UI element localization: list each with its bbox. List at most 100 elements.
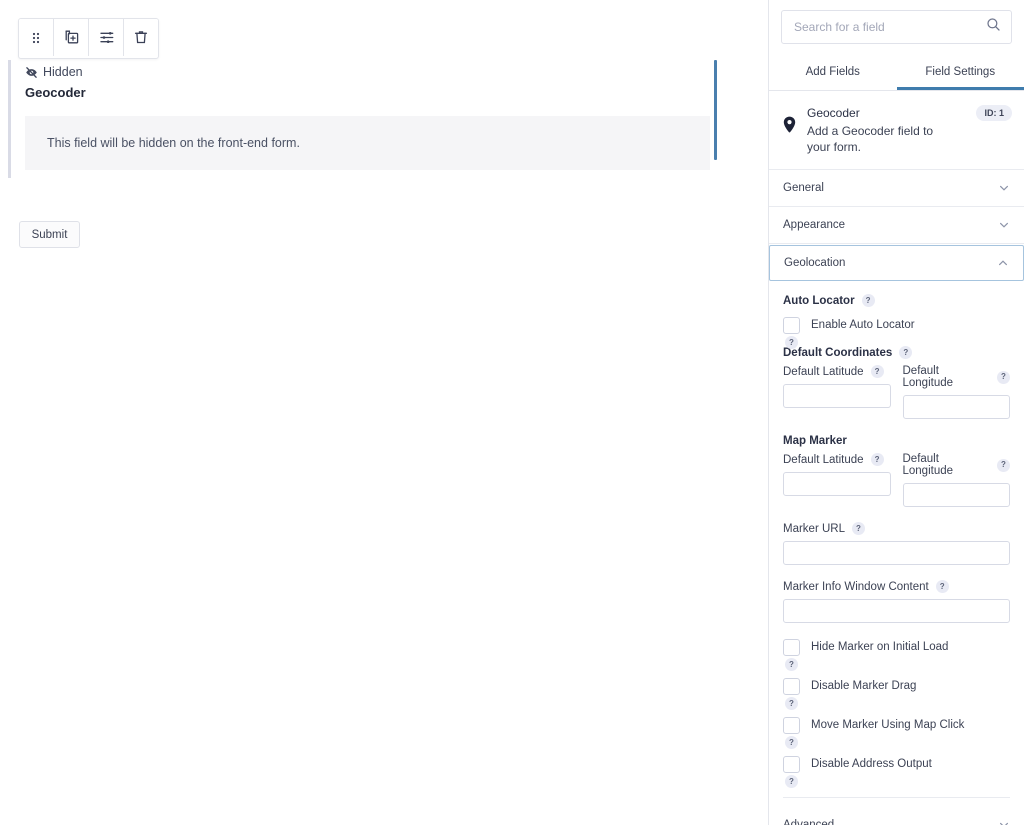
field-marker-url: Marker URL ? <box>783 522 1010 565</box>
label-default-latitude: Default Latitude ? <box>783 365 891 378</box>
accordion-advanced[interactable]: Advanced <box>769 806 1024 825</box>
accordion-general[interactable]: General <box>769 170 1024 207</box>
form-canvas: Hidden Geocoder This field will be hidde… <box>0 0 768 825</box>
help-icon[interactable]: ? <box>870 365 884 378</box>
label-text: Marker URL <box>783 522 845 535</box>
help-icon[interactable]: ? <box>785 336 798 349</box>
label-text: Default Longitude <box>902 365 954 389</box>
field-card-title: Geocoder <box>807 106 860 120</box>
checkbox-disable-address-output[interactable] <box>783 756 800 773</box>
field-marker-info-window: Marker Info Window Content ? <box>783 580 1010 623</box>
duplicate-icon[interactable] <box>54 19 89 56</box>
accordion-advanced-label: Advanced <box>783 818 835 825</box>
field-id-badge: ID: 1 <box>976 105 1012 121</box>
label-default-longitude: Default Longitude ? <box>902 365 1010 389</box>
form-field-geocoder[interactable]: Hidden Geocoder This field will be hidde… <box>8 60 717 178</box>
checkbox-label-disable-address-output: Disable Address Output <box>811 758 932 770</box>
tab-add-fields[interactable]: Add Fields <box>769 56 897 90</box>
submit-button[interactable]: Submit <box>19 221 80 248</box>
app-root: Hidden Geocoder This field will be hidde… <box>0 0 1024 825</box>
checkbox-row-disable-marker-drag: Disable Marker Drag ? <box>783 678 1010 710</box>
field-search[interactable] <box>781 10 1012 44</box>
input-marker-latitude[interactable] <box>783 472 891 496</box>
group-title-auto-locator: Auto Locator ? <box>783 294 1010 307</box>
eye-slash-icon <box>25 66 38 79</box>
help-icon[interactable]: ? <box>997 370 1010 384</box>
checkbox-label-move-marker-map-click: Move Marker Using Map Click <box>811 719 965 731</box>
map-pin-icon <box>783 116 796 138</box>
tab-field-settings[interactable]: Field Settings <box>896 56 1024 90</box>
checkbox-row-disable-address-output: Disable Address Output ? <box>783 756 1010 788</box>
checkbox-label-hide-marker-initial-load: Hide Marker on Initial Load <box>811 641 949 653</box>
help-icon[interactable]: ? <box>785 658 798 671</box>
trash-icon[interactable] <box>124 19 158 56</box>
map-marker-label: Map Marker <box>783 435 847 447</box>
help-icon[interactable]: ? <box>997 458 1010 472</box>
search-input[interactable] <box>792 19 986 35</box>
label-text: Marker Info Window Content <box>783 580 929 593</box>
field-toolbar <box>18 18 159 59</box>
checkbox-move-marker-map-click[interactable] <box>783 717 800 734</box>
help-icon[interactable]: ? <box>785 736 798 749</box>
hidden-badge-label: Hidden <box>43 65 83 79</box>
sidebar-tabs: Add Fields Field Settings <box>769 56 1024 91</box>
accordion-appearance[interactable]: Appearance <box>769 207 1024 244</box>
field-marker-longitude: Default Longitude ? <box>902 453 1010 507</box>
drag-handle-icon[interactable] <box>19 19 54 56</box>
accordion-general-label: General <box>783 182 824 194</box>
help-icon[interactable]: ? <box>935 580 949 593</box>
group-title-default-coordinates: Default Coordinates ? <box>783 346 1010 359</box>
label-marker-latitude: Default Latitude ? <box>783 453 891 466</box>
accordion-geolocation-label: Geolocation <box>784 257 846 269</box>
input-default-longitude[interactable] <box>902 395 1010 419</box>
label-text: Default Latitude <box>783 365 864 378</box>
help-icon[interactable]: ? <box>861 294 875 307</box>
field-default-longitude: Default Longitude ? <box>902 365 1010 419</box>
label-text: Default Longitude <box>902 453 954 477</box>
label-text: Default Latitude <box>783 453 864 466</box>
checkbox-row-enable-auto-locator: Enable Auto Locator ? <box>783 317 1010 349</box>
help-icon[interactable]: ? <box>870 453 884 466</box>
label-marker-url: Marker URL ? <box>783 522 1010 535</box>
input-default-latitude[interactable] <box>783 384 891 408</box>
hidden-badge: Hidden <box>25 60 717 80</box>
chevron-down-icon <box>998 182 1010 194</box>
selected-field-card: Geocoder Add a Geocoder field to your fo… <box>769 91 1024 170</box>
label-marker-info-window: Marker Info Window Content ? <box>783 580 1010 593</box>
checkbox-enable-auto-locator[interactable] <box>783 317 800 334</box>
section-divider <box>783 797 1010 798</box>
sliders-icon[interactable] <box>89 19 124 56</box>
help-icon[interactable]: ? <box>851 522 865 535</box>
checkbox-label-enable-auto-locator: Enable Auto Locator <box>811 319 915 331</box>
field-default-latitude: Default Latitude ? <box>783 365 891 419</box>
field-hidden-note: This field will be hidden on the front-e… <box>25 116 710 170</box>
map-marker-coordinates-row: Default Latitude ? Default Longitude ? <box>783 453 1010 507</box>
field-card-description: Add a Geocoder field to your form. <box>807 124 934 154</box>
search-icon[interactable] <box>986 17 1001 37</box>
geolocation-settings-body: Auto Locator ? Enable Auto Locator ? Def… <box>769 282 1024 806</box>
input-marker-info-window[interactable] <box>783 599 1010 623</box>
input-marker-longitude[interactable] <box>902 483 1010 507</box>
chevron-up-icon <box>997 257 1009 269</box>
checkbox-label-disable-marker-drag: Disable Marker Drag <box>811 680 917 692</box>
default-coordinates-row: Default Latitude ? Default Longitude ? <box>783 365 1010 419</box>
auto-locator-label: Auto Locator <box>783 294 855 307</box>
accordion-geolocation[interactable]: Geolocation <box>769 245 1024 281</box>
checkbox-row-move-marker-map-click: Move Marker Using Map Click ? <box>783 717 1010 749</box>
settings-sidebar: Add Fields Field Settings Geocoder Add a… <box>768 0 1024 825</box>
checkbox-disable-marker-drag[interactable] <box>783 678 800 695</box>
field-selected-accent-bar <box>714 60 717 160</box>
checkbox-hide-marker-initial-load[interactable] <box>783 639 800 656</box>
help-icon[interactable]: ? <box>785 775 798 788</box>
accordion-appearance-label: Appearance <box>783 219 846 231</box>
chevron-down-icon <box>998 819 1010 825</box>
field-marker-latitude: Default Latitude ? <box>783 453 891 507</box>
field-title: Geocoder <box>25 85 86 100</box>
checkbox-row-hide-marker-initial-load: Hide Marker on Initial Load ? <box>783 639 1010 671</box>
default-coordinates-label: Default Coordinates <box>783 346 893 359</box>
help-icon[interactable]: ? <box>785 697 798 710</box>
chevron-down-icon <box>998 219 1010 231</box>
group-title-map-marker: Map Marker <box>783 435 1010 447</box>
input-marker-url[interactable] <box>783 541 1010 565</box>
help-icon[interactable]: ? <box>899 346 913 359</box>
